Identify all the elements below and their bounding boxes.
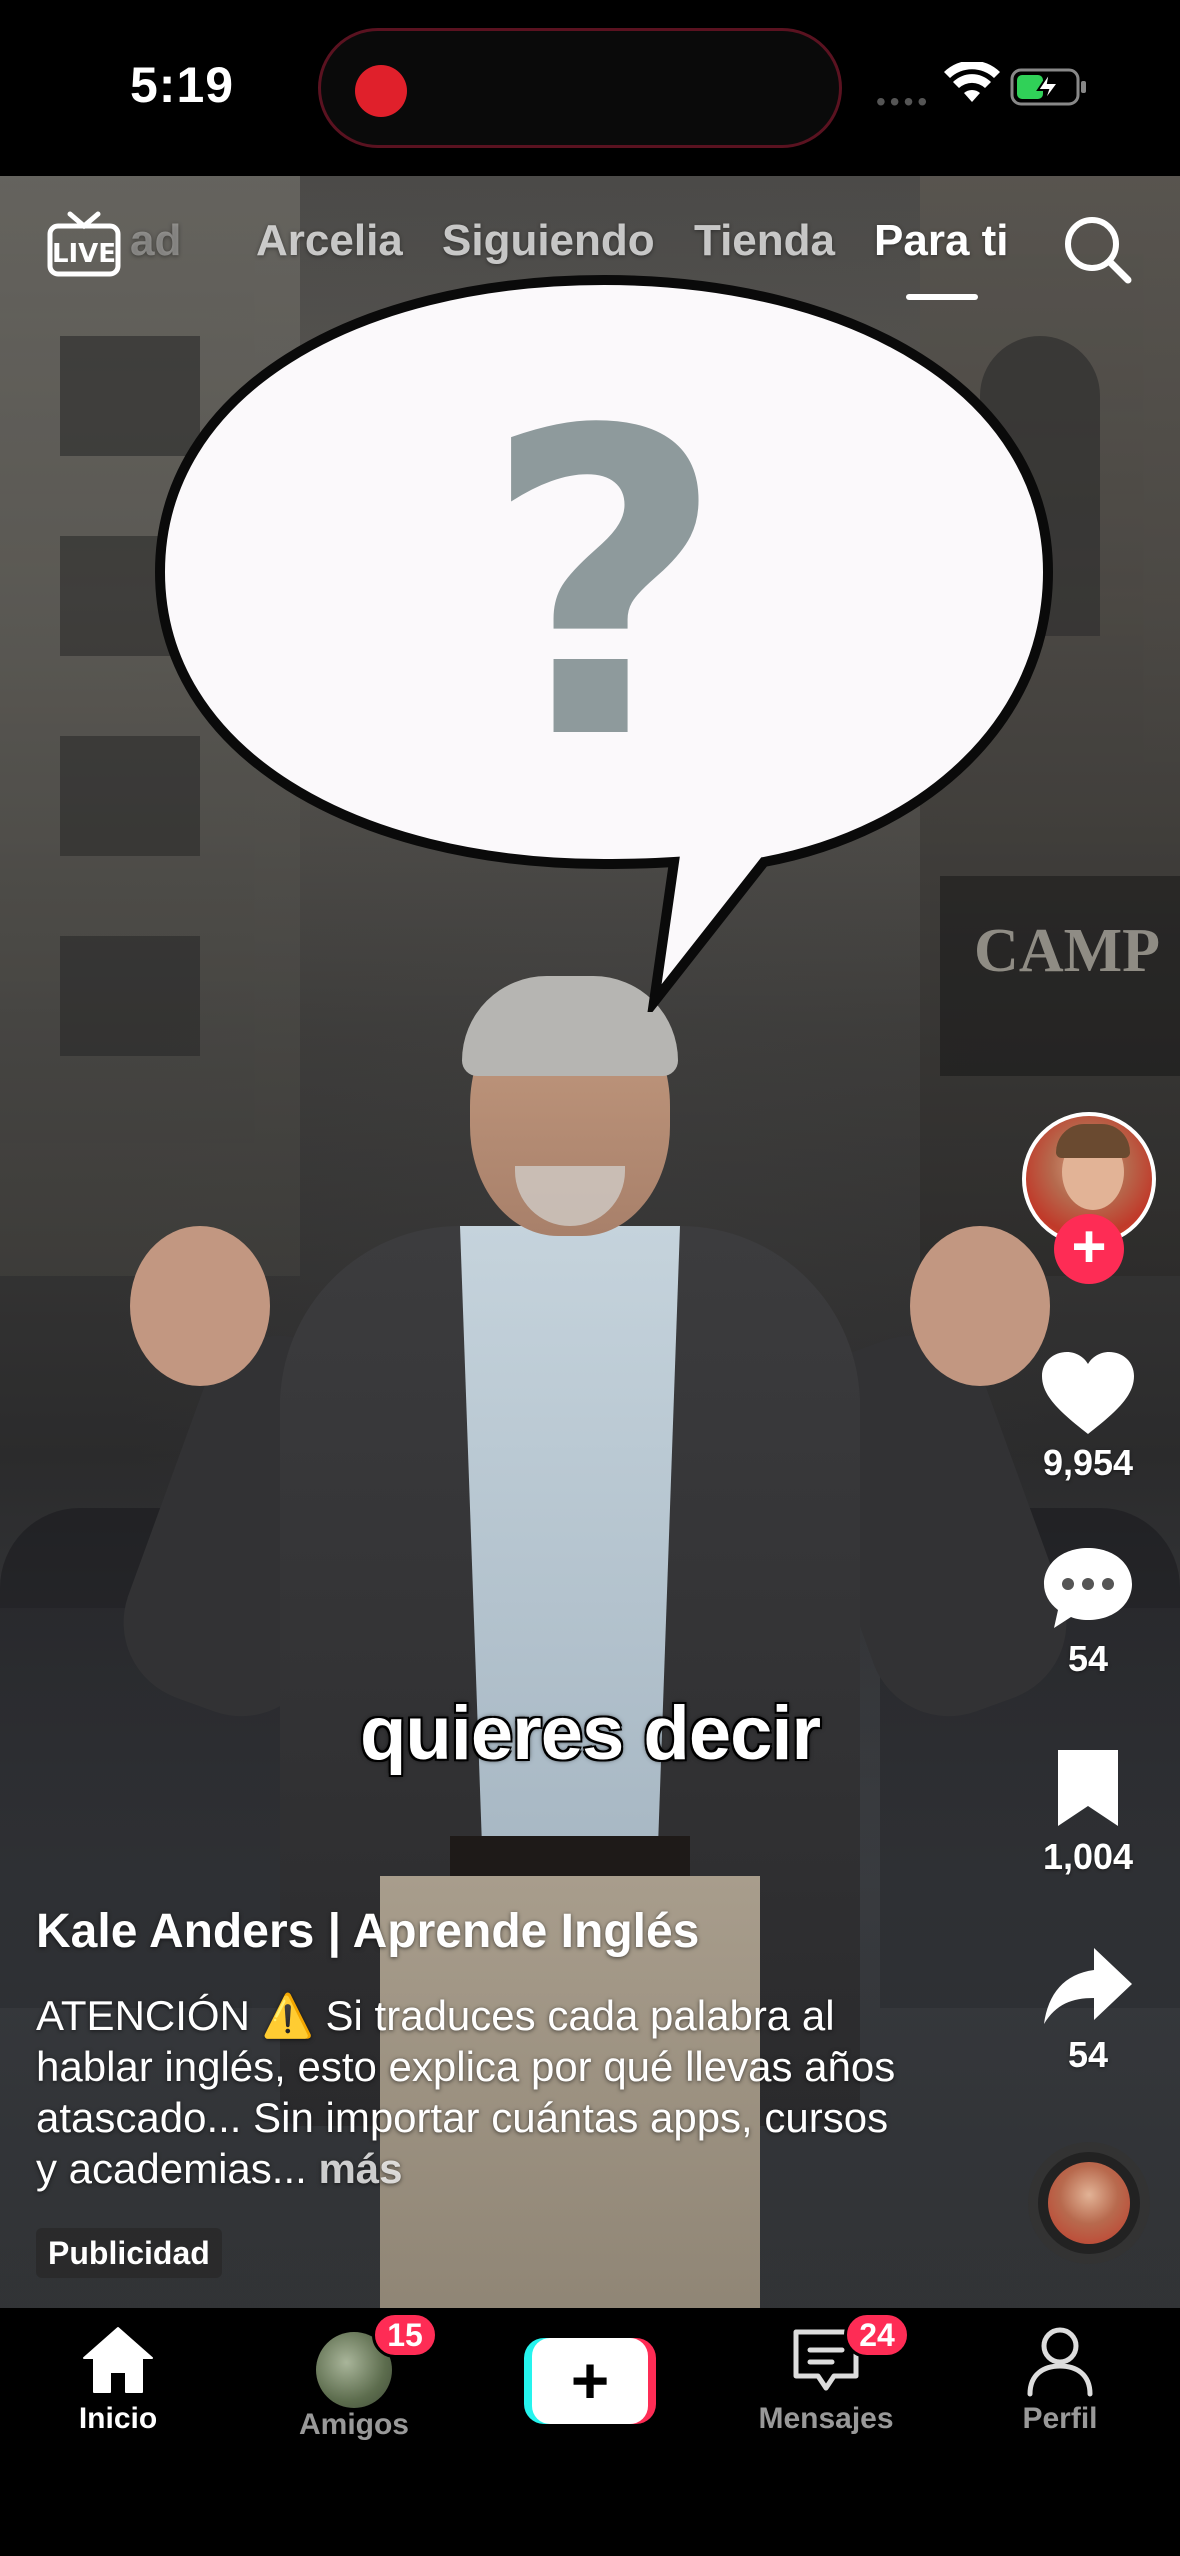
live-icon[interactable]: LIVE xyxy=(46,204,122,280)
profile-icon xyxy=(1027,2327,1093,2397)
tab-siguiendo[interactable]: Siguiendo xyxy=(442,216,655,266)
tab-arcelia[interactable]: Arcelia xyxy=(256,216,403,266)
bottom-tab-bar: Inicio Amigos 15 + Mensajes 24 Perfil xyxy=(0,2308,1180,2556)
live-label: LIVE xyxy=(52,239,116,269)
tab-para-ti[interactable]: Para ti xyxy=(874,216,1009,266)
tab-friends-label: Amigos xyxy=(298,2408,409,2441)
create-button[interactable]: + xyxy=(524,2338,656,2424)
music-disc[interactable] xyxy=(1028,2142,1150,2264)
status-time: 5:19 xyxy=(130,57,235,113)
share-button[interactable]: 54 xyxy=(1030,1944,1146,2076)
share-count: 54 xyxy=(1067,2034,1109,2075)
dynamic-island[interactable] xyxy=(318,28,842,148)
tab-tienda[interactable]: Tienda xyxy=(694,216,835,266)
share-arrow-icon xyxy=(1044,1948,1132,2024)
warning-icon: ⚠️ xyxy=(261,1992,314,2039)
tab-local[interactable]: ad xyxy=(130,216,181,266)
active-tab-indicator xyxy=(906,294,978,300)
cellular-signal-icon: •••• xyxy=(876,86,932,117)
comment-icon xyxy=(1044,1548,1132,1628)
like-count: 9,954 xyxy=(1042,1442,1134,1483)
plus-icon: + xyxy=(532,2338,648,2424)
tab-inbox-label: Mensajes xyxy=(758,2402,894,2435)
friends-notification-badge: 15 xyxy=(372,2312,438,2358)
search-icon[interactable] xyxy=(1062,214,1132,284)
comment-count: 54 xyxy=(1067,1638,1109,1679)
tab-home-label: Inicio xyxy=(78,2402,158,2435)
more-link[interactable]: más xyxy=(307,2145,402,2192)
recording-indicator-icon xyxy=(355,65,407,117)
tab-profile-label: Perfil xyxy=(1022,2402,1098,2435)
comment-button[interactable]: 54 xyxy=(1030,1544,1146,1680)
post-description[interactable]: ATENCIÓN ⚠️ Si traduces cada palabra al … xyxy=(36,1990,896,2194)
tab-home[interactable]: Inicio xyxy=(28,2322,208,2436)
heart-icon xyxy=(1042,1352,1134,1434)
like-button[interactable]: 9,954 xyxy=(1030,1350,1146,1484)
follow-button[interactable]: + xyxy=(1054,1214,1124,1284)
save-count: 1,004 xyxy=(1042,1836,1134,1877)
status-bar: 5:19 •••• xyxy=(0,0,1180,176)
home-icon xyxy=(83,2327,153,2393)
creator-username[interactable]: Kale Anders | Aprende Inglés xyxy=(36,1904,699,1959)
video-player[interactable]: CAMP ? xyxy=(0,176,1180,2308)
bookmark-icon xyxy=(1058,1750,1118,1826)
speech-bubble: ? xyxy=(154,274,1054,1012)
wifi-icon xyxy=(944,62,1000,102)
sponsored-badge: Publicidad xyxy=(36,2228,222,2278)
tab-profile[interactable]: Perfil xyxy=(970,2322,1150,2436)
inbox-notification-badge: 24 xyxy=(844,2312,910,2358)
description-prefix: ATENCIÓN xyxy=(36,1992,250,2039)
music-disc-cover xyxy=(1048,2162,1130,2244)
question-mark: ? xyxy=(482,343,726,832)
video-caption: quieres decir xyxy=(359,1691,821,1776)
battery-charging-icon xyxy=(1010,68,1086,106)
feed-top-nav: LIVE ad Arcelia Siguiendo Tienda Para ti xyxy=(0,176,1180,316)
save-button[interactable]: 1,004 xyxy=(1030,1746,1146,1878)
